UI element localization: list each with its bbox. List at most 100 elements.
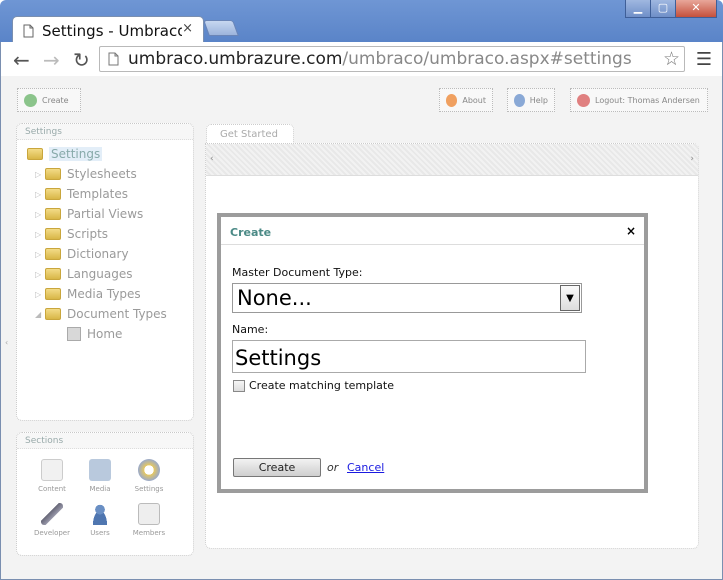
about-button[interactable]: About [439,88,493,112]
folder-icon [45,168,61,180]
forward-arrow-icon[interactable]: → [43,48,60,72]
about-label: About [462,95,486,105]
expand-icon[interactable]: ▷ [35,290,45,299]
create-top-button[interactable]: Create [17,88,81,112]
create-template-row: Create matching template [233,379,394,392]
scroll-right-icon[interactable]: › [690,154,694,164]
dialog-title: Create [230,226,272,239]
tree-item-settings[interactable]: Settings [27,147,103,161]
browser-titlebar: ▁ ▢ ✕ Settings - Umbraco C × [0,0,723,44]
sections-panel: Sections Content Media Settings Develope… [16,432,194,556]
tree-item-templates[interactable]: ▷ Templates [35,187,128,201]
browser-tab[interactable]: Settings - Umbraco C × [12,16,204,44]
tree-item-label: Settings [49,147,103,161]
expand-icon[interactable]: ▷ [35,170,45,179]
create-button[interactable]: Create [233,458,321,477]
create-dialog: Create × Master Document Type: None... ▼… [217,213,648,493]
folder-icon [27,148,43,160]
master-type-value: None... [237,286,312,310]
section-label: Content [38,485,66,493]
bookmark-star-icon[interactable]: ☆ [663,48,680,70]
name-label: Name: [232,323,269,336]
reload-icon[interactable]: ↻ [73,48,90,72]
back-arrow-icon[interactable]: ← [13,48,30,72]
section-settings[interactable]: Settings [127,459,171,493]
user-icon [89,503,111,525]
maximize-button[interactable]: ▢ [650,0,676,18]
name-input[interactable] [232,340,586,373]
section-label: Media [89,485,111,493]
browser-toolbar: ← → ↻ umbraco.umbrazure.com/umbraco/umbr… [0,42,723,76]
tree-item-label: Media Types [67,287,141,301]
help-label: Help [529,95,548,105]
document-type-icon [67,327,81,341]
logout-button[interactable]: Logout: Thomas Andersen [570,88,708,112]
tree-item-home[interactable]: Home [67,327,122,341]
tools-icon [41,503,63,525]
collapse-icon[interactable]: ◢ [35,310,45,319]
section-content[interactable]: Content [30,459,74,493]
menu-icon[interactable]: ☰ [696,49,712,70]
expand-icon[interactable]: ▷ [35,250,45,259]
folder-icon [45,188,61,200]
section-users[interactable]: Users [78,503,122,537]
tree-item-label: Languages [67,267,133,281]
tree-item-stylesheets[interactable]: ▷ Stylesheets [35,167,137,181]
expand-icon[interactable]: ▷ [35,190,45,199]
address-bar[interactable]: umbraco.umbrazure.com/umbraco/umbraco.as… [99,46,685,72]
tree-item-dictionary[interactable]: ▷ Dictionary [35,247,129,261]
tree-item-scripts[interactable]: ▷ Scripts [35,227,108,241]
section-developer[interactable]: Developer [30,503,74,537]
section-label: Users [90,529,110,537]
folder-icon [45,268,61,280]
new-tab-button[interactable] [203,20,239,36]
window-close-button[interactable]: ✕ [675,0,717,18]
tree-item-languages[interactable]: ▷ Languages [35,267,132,281]
url-host: umbraco.umbrazure.com [128,49,343,69]
dropdown-arrow-icon[interactable]: ▼ [560,285,580,311]
minimize-button[interactable]: ▁ [625,0,651,18]
cancel-link[interactable]: Cancel [347,461,384,474]
tab-get-started[interactable]: Get Started [206,124,294,144]
collapse-handle-icon[interactable]: ‹ [5,338,8,347]
member-card-icon [138,503,160,525]
logout-label: Logout: Thomas Andersen [595,95,700,105]
expand-icon[interactable]: ▷ [35,230,45,239]
section-members[interactable]: Members [127,503,171,537]
settings-disc-icon [138,459,160,481]
master-type-label: Master Document Type: [232,266,363,279]
expand-icon[interactable]: ▷ [35,210,45,219]
section-media[interactable]: Media [78,459,122,493]
tree-item-partial-views[interactable]: ▷ Partial Views [35,207,143,221]
about-icon [446,93,458,107]
page-icon [23,24,34,37]
tree-item-label: Partial Views [67,207,144,221]
logout-icon [577,93,590,107]
url-path: /umbraco/umbraco.aspx#settings [342,49,632,69]
tree-item-label: Document Types [67,307,167,321]
or-text: or [327,461,339,474]
tree-item-document-types[interactable]: ◢ Document Types [35,307,167,321]
window-controls: ▁ ▢ ✕ [625,0,717,18]
tab-title: Settings - Umbraco C [42,21,182,40]
tree-item-media-types[interactable]: ▷ Media Types [35,287,141,301]
folder-icon [45,208,61,220]
dialog-close-icon[interactable]: × [626,224,636,238]
folder-icon [45,288,61,300]
help-button[interactable]: Help [507,88,555,112]
create-template-checkbox[interactable] [233,379,245,392]
expand-icon[interactable]: ▷ [35,270,45,279]
scroll-left-icon[interactable]: ‹ [210,154,214,164]
create-template-label: Create matching template [249,379,394,392]
page-icon [108,52,119,66]
section-label: Settings [134,485,164,493]
create-icon [24,93,37,107]
tree-panel: Settings Settings ▷ Stylesheets ▷ Templa… [16,123,194,421]
help-icon [514,93,525,107]
dialog-header: Create × [221,217,644,245]
tree-item-label: Stylesheets [67,167,137,181]
folder-icon [45,228,61,240]
tree-item-label: Templates [67,187,129,201]
master-type-select[interactable]: None... ▼ [232,283,582,313]
tab-close-icon[interactable]: × [182,21,193,36]
